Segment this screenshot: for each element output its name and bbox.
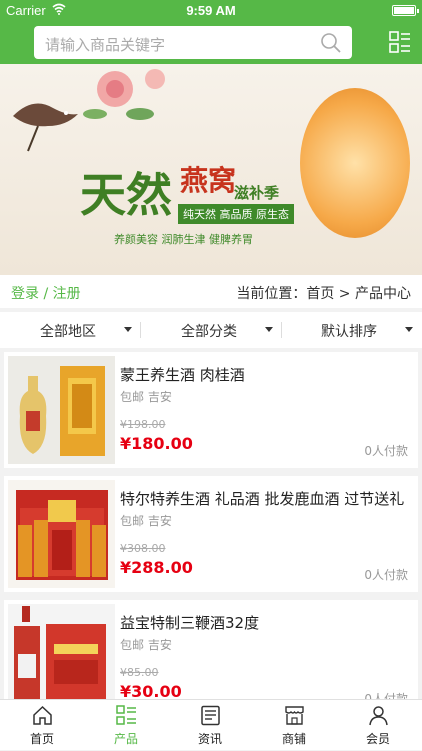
product-shipping: 包邮 吉安: [120, 638, 172, 652]
product-shipping: 包邮 吉安: [120, 390, 172, 404]
list-item[interactable]: 蒙王养生酒 肉桂酒 包邮 吉安 ¥198.00 ¥180.00 0人付款: [4, 352, 418, 468]
breadcrumb-bar: 登录 / 注册 当前位置：首页 > 产品中心: [0, 275, 422, 308]
banner-title-tail: 滋补季: [234, 184, 280, 202]
banner-title-main: 天然: [80, 168, 172, 222]
top-bar: Carrier 9:59 AM 请输入商品关键字: [0, 0, 422, 64]
login-register-link[interactable]: 登录 / 注册: [11, 283, 81, 303]
tab-home[interactable]: 首页: [0, 700, 84, 751]
product-price: ¥180.00: [120, 434, 193, 453]
search-placeholder: 请输入商品关键字: [45, 36, 166, 54]
product-paid-count: 0人付款: [364, 444, 408, 458]
banner-title-accent: 燕窝: [180, 164, 237, 197]
home-icon: [33, 705, 52, 725]
product-price: ¥288.00: [120, 558, 193, 577]
filter-region[interactable]: 全部地区: [0, 312, 141, 348]
shop-icon: [285, 706, 304, 725]
flower-illustration: [83, 69, 165, 120]
filter-bar: 全部地区 全部分类 默认排序: [0, 312, 422, 348]
product-icon: [116, 705, 136, 725]
product-name: 蒙王养生酒 肉桂酒: [120, 366, 245, 384]
chevron-down-icon: [405, 327, 413, 332]
product-image: [8, 480, 115, 588]
filter-category-label: 全部分类: [181, 324, 237, 340]
product-image: [8, 604, 115, 712]
chevron-down-icon: [124, 327, 132, 332]
status-time: 9:59 AM: [186, 3, 236, 18]
product-paid-count: 0人付款: [364, 568, 408, 582]
birdnest-plate-image: [300, 88, 410, 238]
tab-shop[interactable]: 商铺: [252, 700, 336, 751]
member-icon: [369, 706, 388, 726]
banner-subline: 养颜美容 润肺生津 健脾养胃: [114, 233, 253, 246]
news-icon: [201, 705, 220, 726]
list-item[interactable]: 特尔特养生酒 礼品酒 批发鹿血酒 过节送礼 包邮 吉安 ¥308.00 ¥288…: [4, 476, 418, 592]
tab-news[interactable]: 资讯: [168, 700, 252, 751]
search-input[interactable]: 请输入商品关键字: [34, 26, 352, 59]
tab-products[interactable]: 产品: [84, 700, 168, 751]
product-old-price: ¥198.00: [120, 418, 166, 431]
product-shipping: 包邮 吉安: [120, 514, 172, 528]
product-old-price: ¥85.00: [120, 666, 159, 679]
bottom-tab-bar: 首页 产品 资讯 商铺 会员: [0, 699, 422, 750]
promo-banner[interactable]: 天然 燕窝 滋补季 纯天然 高品质 原生态 养颜美容 润肺生津 健脾养胃: [0, 64, 422, 275]
search-icon[interactable]: [320, 32, 342, 54]
filter-sort-label: 默认排序: [321, 324, 377, 340]
product-image: [8, 356, 115, 464]
tab-member[interactable]: 会员: [336, 700, 420, 751]
tab-products-label: 产品: [113, 732, 138, 746]
product-name: 益宝特制三鞭酒32度: [120, 614, 260, 632]
filter-category[interactable]: 全部分类: [141, 312, 282, 348]
tab-news-label: 资讯: [197, 732, 222, 746]
battery-icon: [392, 5, 419, 16]
tab-home-label: 首页: [29, 732, 54, 746]
category-menu-icon[interactable]: [389, 31, 411, 53]
tab-member-label: 会员: [365, 732, 390, 746]
product-old-price: ¥308.00: [120, 542, 166, 555]
product-name: 特尔特养生酒 礼品酒 批发鹿血酒 过节送礼: [120, 490, 405, 508]
tab-shop-label: 商铺: [281, 732, 306, 746]
filter-sort[interactable]: 默认排序: [282, 312, 422, 348]
chevron-down-icon: [265, 327, 273, 332]
filter-region-label: 全部地区: [40, 324, 96, 340]
status-bar: Carrier 9:59 AM: [0, 0, 422, 20]
banner-tagline: 纯天然 高品质 原生态: [178, 204, 294, 224]
breadcrumb: 当前位置：首页 > 产品中心: [236, 286, 411, 302]
